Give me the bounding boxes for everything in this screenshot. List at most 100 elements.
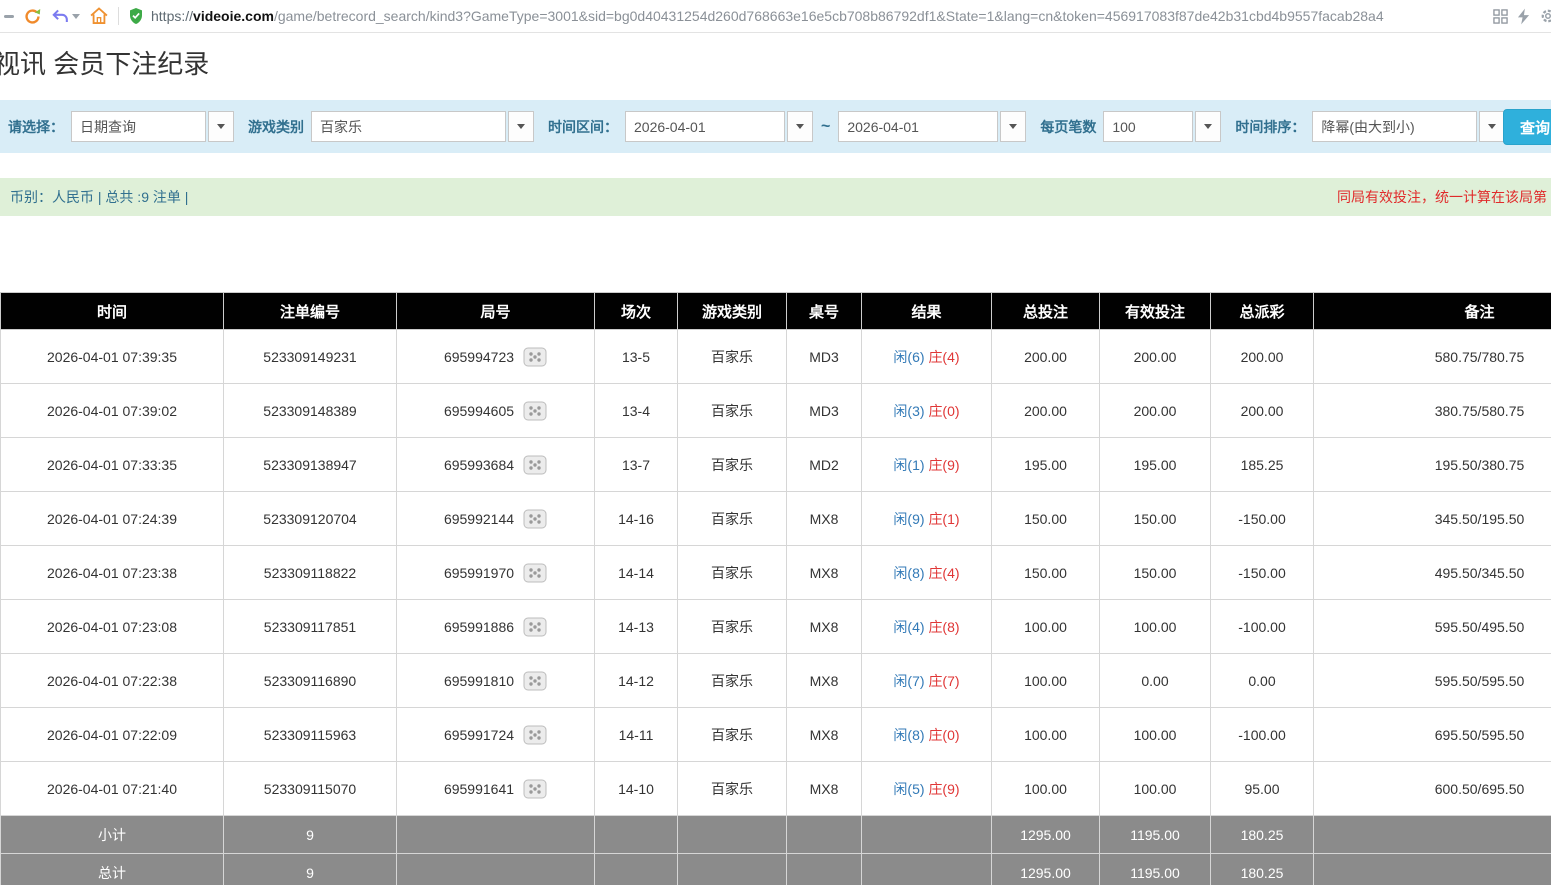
clipped-menu-icon[interactable] [4,15,14,18]
game-type-combo [311,111,534,142]
query-type-dropdown-button[interactable] [208,111,234,142]
col-header-game-type: 游戏类别 [678,293,787,330]
cell-payout: -100.00 [1211,600,1314,654]
cell-time: 2026-04-01 07:39:02 [1,384,224,438]
game-type-dropdown-button[interactable] [508,111,534,142]
extensions-grid-icon[interactable] [1493,9,1508,24]
cell-game-type: 百家乐 [678,492,787,546]
summary-valid-bet: 1195.00 [1100,854,1211,885]
query-type-input[interactable] [71,111,206,142]
undo-dropdown-caret[interactable] [72,14,80,19]
page-title: 视讯 会员下注纪录 [0,47,1551,81]
game-type-input[interactable] [311,111,506,142]
col-header-bet-id: 注单编号 [224,293,397,330]
page-size-dropdown-button[interactable] [1195,111,1221,142]
gear-icon[interactable] [1539,7,1551,25]
url-scheme: https:// [151,8,193,24]
lightning-icon[interactable] [1517,8,1530,25]
replay-dice-icon[interactable] [523,725,547,745]
replay-dice-icon[interactable] [523,455,547,475]
cell-payout: 200.00 [1211,384,1314,438]
cell-game-type: 百家乐 [678,438,787,492]
ssl-shield-icon[interactable] [128,7,144,25]
summary-empty-cell [787,816,862,854]
chevron-down-icon [1488,124,1496,129]
cell-total-bet[interactable]: 150.00 [992,546,1100,600]
undo-icon[interactable] [51,8,70,24]
replay-dice-icon[interactable] [523,563,547,583]
cell-total-bet[interactable]: 100.00 [992,762,1100,816]
summary-empty-cell [1314,816,1551,854]
result-player: 闲(3) [893,403,924,419]
cell-total-bet[interactable]: 200.00 [992,330,1100,384]
cell-bet-id: 523309115070 [224,762,397,816]
address-bar[interactable]: https://videoie.com/game/betrecord_searc… [151,8,1484,24]
cell-result: 闲(6) 庄(4) [862,330,992,384]
cell-session: 13-4 [595,384,678,438]
result-banker: 庄(1) [928,511,959,527]
cell-time: 2026-04-01 07:39:35 [1,330,224,384]
result-player: 闲(9) [893,511,924,527]
cell-total-bet[interactable]: 200.00 [992,384,1100,438]
cell-remark: 695.50/595.50 [1314,708,1551,762]
cell-bet-id: 523309118822 [224,546,397,600]
replay-dice-icon[interactable] [523,617,547,637]
date-from-input[interactable] [625,111,785,142]
cell-session: 14-14 [595,546,678,600]
sort-dropdown-button[interactable] [1479,111,1505,142]
summary-empty-cell [787,854,862,885]
cell-table-no: MX8 [787,492,862,546]
cell-total-bet[interactable]: 195.00 [992,438,1100,492]
result-banker: 庄(0) [928,403,959,419]
result-banker: 庄(8) [928,619,959,635]
date-range-separator: ~ [821,118,830,136]
filter-bar: 请选择： 游戏类别 时间区间： ~ 每页笔数 时间排序： 查询 [0,100,1551,153]
summary-payout: 180.25 [1211,816,1314,854]
col-header-session: 场次 [595,293,678,330]
col-header-payout: 总派彩 [1211,293,1314,330]
cell-total-bet[interactable]: 100.00 [992,708,1100,762]
date-to-input[interactable] [838,111,998,142]
search-button[interactable]: 查询 [1503,109,1551,145]
col-header-total-bet: 总投注 [992,293,1100,330]
table-row: 2026-04-01 07:23:08 523309117851 6959918… [1,600,1551,654]
summary-label: 小计 [1,816,224,854]
cell-total-bet[interactable]: 100.00 [992,600,1100,654]
refresh-icon[interactable] [23,7,42,26]
cell-game-type: 百家乐 [678,384,787,438]
cell-time: 2026-04-01 07:22:38 [1,654,224,708]
page-size-input[interactable] [1103,111,1193,142]
cell-time: 2026-04-01 07:33:35 [1,438,224,492]
replay-dice-icon[interactable] [523,509,547,529]
chevron-down-icon [217,124,225,129]
date-from-dropdown-button[interactable] [787,111,813,142]
home-icon[interactable] [89,6,109,26]
bet-records-table: 时间注单编号局号场次游戏类别桌号结果总投注有效投注总派彩备注 2026-04-0… [0,292,1551,885]
table-row: 2026-04-01 07:24:39 523309120704 6959921… [1,492,1551,546]
cell-payout: -150.00 [1211,492,1314,546]
replay-dice-icon[interactable] [523,779,547,799]
summary-valid-bet: 1195.00 [1100,816,1211,854]
replay-dice-icon[interactable] [523,347,547,367]
cell-session: 14-16 [595,492,678,546]
date-to-dropdown-button[interactable] [1000,111,1026,142]
chevron-down-icon [1204,124,1212,129]
result-player: 闲(1) [893,457,924,473]
result-player: 闲(4) [893,619,924,635]
summary-row: 小计 9 1295.00 1195.00 180.25 [1,816,1551,854]
cell-bet-id: 523309116890 [224,654,397,708]
cell-remark: 195.50/380.75 [1314,438,1551,492]
cell-round: 695991724 [397,708,595,762]
replay-dice-icon[interactable] [523,671,547,691]
sort-input[interactable] [1312,111,1477,142]
result-banker: 庄(9) [928,457,959,473]
url-path: /game/betrecord_search/kind3?GameType=30… [274,8,1384,24]
table-row: 2026-04-01 07:21:40 523309115070 6959916… [1,762,1551,816]
cell-round: 695991970 [397,546,595,600]
cell-total-bet[interactable]: 150.00 [992,492,1100,546]
cell-total-bet[interactable]: 100.00 [992,654,1100,708]
cell-remark: 600.50/695.50 [1314,762,1551,816]
cell-result: 闲(8) 庄(0) [862,708,992,762]
chevron-down-icon [1009,124,1017,129]
replay-dice-icon[interactable] [523,401,547,421]
